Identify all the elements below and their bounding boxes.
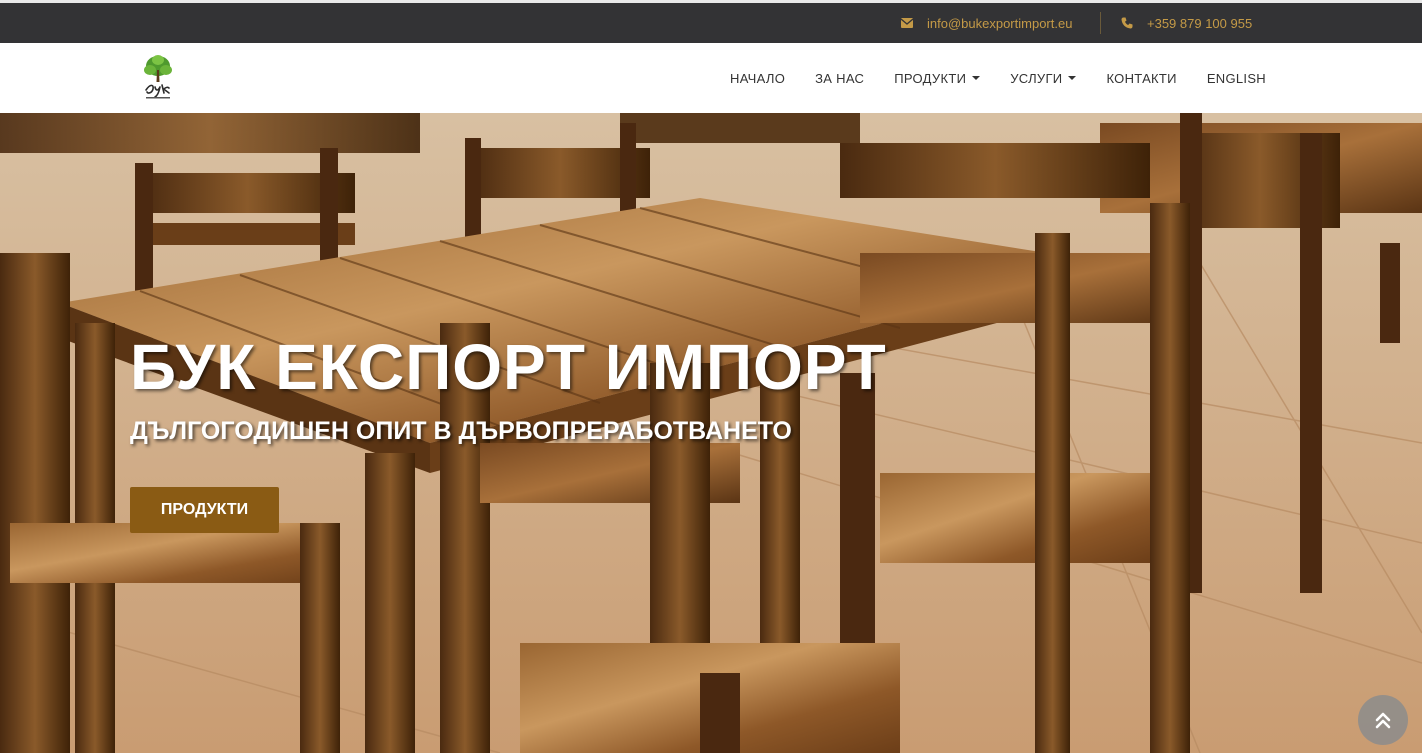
nav-item-products[interactable]: ПРОДУКТИ	[894, 71, 981, 86]
nav-item-home[interactable]: НАЧАЛО	[730, 71, 785, 86]
site-logo[interactable]	[138, 52, 178, 104]
phone-link[interactable]: +359 879 100 955	[1121, 3, 1252, 43]
email-link[interactable]: info@bukexportimport.eu	[901, 3, 1072, 43]
nav-label[interactable]: ПРОДУКТИ	[894, 71, 966, 86]
hero-subtitle: ДЪЛГОГОДИШЕН ОПИТ В ДЪРВОПРЕРАБОТВАНЕТО	[130, 417, 792, 445]
top-contact-bar: info@bukexportimport.eu +359 879 100 955	[0, 0, 1422, 43]
nav-item-contacts[interactable]: КОНТАКТИ	[1106, 71, 1176, 86]
double-chevron-up-icon	[1375, 712, 1391, 729]
nav-label[interactable]: ENGLISH	[1207, 71, 1266, 86]
tree-logo-icon	[144, 55, 172, 99]
site-header: НАЧАЛО ЗА НАС ПРОДУКТИ УСЛУГИ КОНТАКТИ E…	[0, 43, 1422, 113]
contact-divider	[1100, 12, 1101, 34]
nav-label[interactable]: КОНТАКТИ	[1106, 71, 1176, 86]
products-button[interactable]: ПРОДУКТИ	[130, 487, 279, 533]
main-nav: НАЧАЛО ЗА НАС ПРОДУКТИ УСЛУГИ КОНТАКТИ E…	[700, 43, 1266, 113]
nav-label[interactable]: НАЧАЛО	[730, 71, 785, 86]
scroll-to-top-button[interactable]	[1358, 695, 1408, 745]
nav-item-about[interactable]: ЗА НАС	[815, 71, 864, 86]
envelope-icon	[901, 18, 913, 28]
nav-label[interactable]: ЗА НАС	[815, 71, 864, 86]
nav-label[interactable]: УСЛУГИ	[1010, 71, 1062, 86]
email-text[interactable]: info@bukexportimport.eu	[927, 16, 1072, 31]
hero-section: БУК ЕКСПОРТ ИМПОРТ ДЪЛГОГОДИШЕН ОПИТ В Д…	[0, 113, 1422, 753]
phone-text[interactable]: +359 879 100 955	[1147, 16, 1252, 31]
nav-item-english[interactable]: ENGLISH	[1207, 71, 1266, 86]
phone-icon	[1121, 17, 1133, 29]
nav-item-services[interactable]: УСЛУГИ	[1010, 71, 1077, 86]
caret-down-icon	[1068, 76, 1077, 80]
caret-down-icon	[972, 76, 981, 80]
hero-title: БУК ЕКСПОРТ ИМПОРТ	[130, 331, 887, 403]
